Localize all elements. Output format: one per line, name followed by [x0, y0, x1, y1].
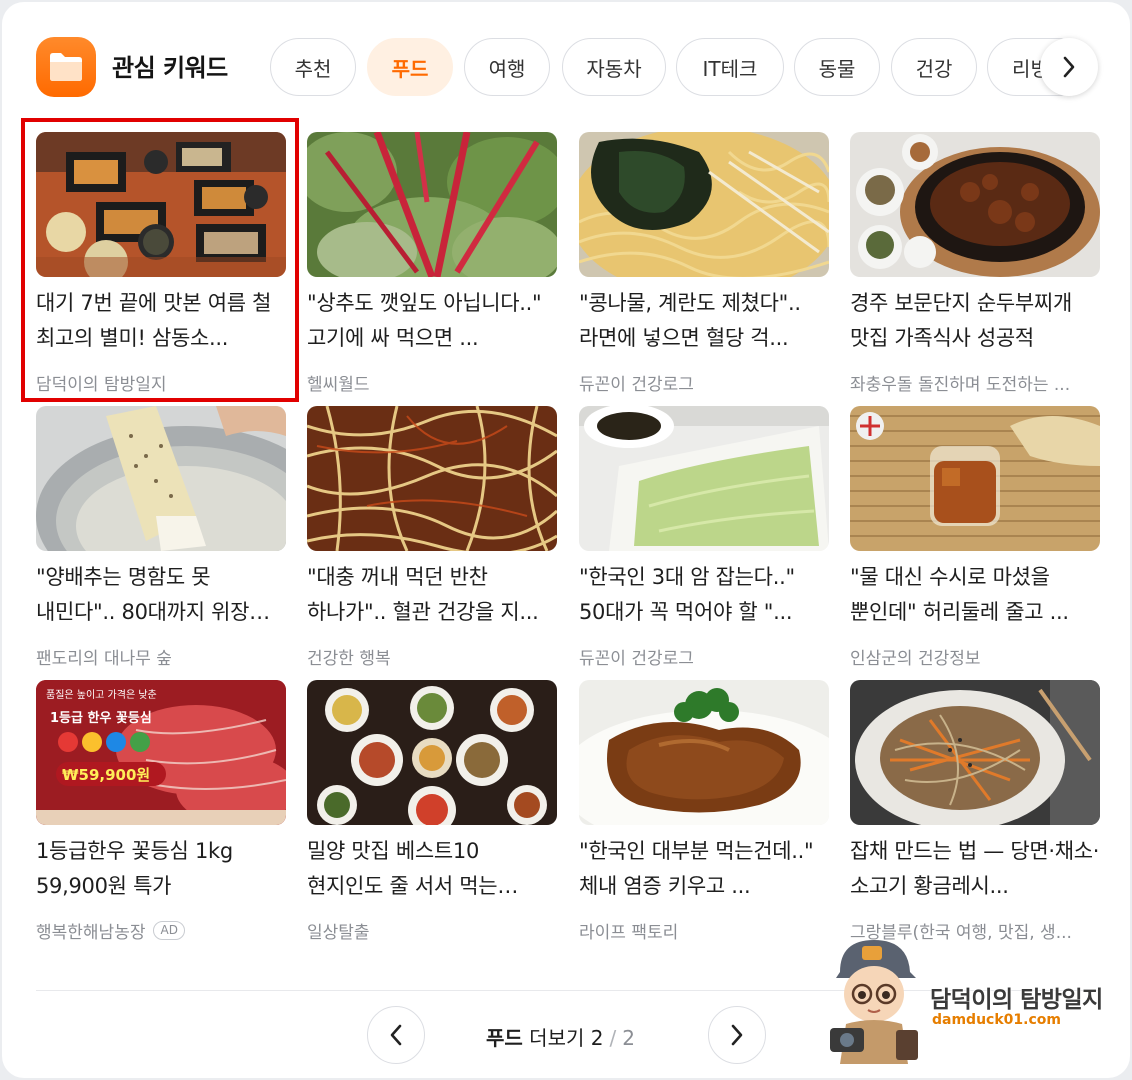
feed-item[interactable]: 밀양 맛집 베스트10 현지인도 줄 서서 먹는 밀양... 일상탈출: [307, 680, 557, 942]
thumbnail-image: [307, 132, 557, 277]
item-source: 행복한해남농장 AD: [36, 918, 286, 942]
ad-overlay-price: ₩59,900원: [62, 766, 150, 784]
feed-item[interactable]: "양배추는 명함도 못 내민다".. 80대까지 위장 문... 팬도리의 대나…: [36, 406, 286, 668]
item-title: "물 대신 수시로 마셨을 뿐인데" 허리둘레 줄고 ...: [850, 565, 1069, 624]
item-title: "대충 꺼내 먹던 반찬 하나가".. 혈관 건강을 지...: [307, 565, 539, 624]
tab-animal[interactable]: 동물: [794, 38, 880, 96]
feed-item[interactable]: "콩나물, 계란도 제쳤다".. 라면에 넣으면 혈당 걱... 듀꼰이 건강로…: [579, 132, 829, 394]
watermark-mascot-icon: [826, 932, 922, 1064]
more-category: 푸드: [486, 1026, 523, 1050]
prev-page-button[interactable]: [367, 1006, 425, 1064]
feed-item[interactable]: 잡채 만드는 법 — 당면·채소·소고기 황금레시... 그랑블루(한국 여행,…: [850, 680, 1100, 942]
tab-food[interactable]: 푸드: [367, 38, 453, 96]
current-page: 2: [590, 1026, 604, 1050]
feed-item[interactable]: "한국인 3대 암 잡는다.." 50대가 꼭 먹어야 할 "... 듀꼰이 건…: [579, 406, 829, 668]
item-source: 좌충우돌 돌진하며 도전하는 ...: [850, 374, 1071, 395]
item-source: 듀꼰이 건강로그: [579, 374, 694, 395]
item-title: 1등급한우 꽃등심 1kg 59,900원 특가: [36, 839, 233, 898]
thumbnail-image: [579, 680, 829, 825]
item-title: 밀양 맛집 베스트10 현지인도 줄 서서 먹는 밀양...: [307, 839, 498, 898]
item-source: 일상탈출: [307, 922, 370, 943]
item-source: 팬도리의 대나무 숲: [36, 648, 172, 669]
thumbnail-image: [850, 680, 1100, 825]
feed-item[interactable]: "물 대신 수시로 마셨을 뿐인데" 허리둘레 줄고 ... 인삼군의 건강정보: [850, 406, 1100, 668]
more-text: 더보기: [529, 1026, 585, 1050]
tab-health[interactable]: 건강: [891, 38, 977, 96]
ad-overlay-tagline: 품질은 높이고 가격은 낮춘: [46, 688, 157, 701]
ad-badge: AD: [153, 920, 185, 940]
tab-recommend[interactable]: 추천: [270, 38, 356, 96]
folder-icon: [36, 37, 96, 97]
tab-it-tech[interactable]: IT테크: [676, 38, 784, 96]
chevron-right-icon: [1063, 56, 1075, 78]
feed-item[interactable]: "상추도 깻잎도 아닙니다.." 고기에 싸 먹으면 ... 헬씨월드: [307, 132, 557, 394]
thumbnail-image: [307, 680, 557, 825]
total-pages: 2: [622, 1026, 635, 1050]
item-title: "상추도 깻잎도 아닙니다.." 고기에 싸 먹으면 ...: [307, 291, 542, 350]
page-separator: /: [609, 1026, 617, 1050]
item-title: 잡채 만드는 법 — 당면·채소·소고기 황금레시...: [850, 839, 1100, 898]
item-source: 건강한 행복: [307, 648, 391, 669]
thumbnail-image: [579, 406, 829, 551]
feed-item[interactable]: 경주 보문단지 순두부찌개 맛집 가족식사 성공적 좌충우돌 돌진하며 도전하는…: [850, 132, 1100, 394]
thumbnail-image: 품질은 높이고 가격은 낮춘 1등급 한우 꽃등심 ₩59,900원: [36, 680, 286, 825]
item-title: "한국인 대부분 먹는건데.." 체내 염증 키우고 ...: [579, 839, 814, 898]
chevron-left-icon: [390, 1024, 402, 1046]
thumbnail-image: [850, 406, 1100, 551]
tab-travel[interactable]: 여행: [464, 38, 550, 96]
feed-item[interactable]: "한국인 대부분 먹는건데.." 체내 염증 키우고 ... 라이프 팩토리: [579, 680, 829, 942]
section-title: 관심 키워드: [112, 54, 228, 82]
item-title: "양배추는 명함도 못 내민다".. 80대까지 위장 문...: [36, 565, 250, 624]
item-source: 인삼군의 건강정보: [850, 648, 981, 669]
thumbnail-image: [850, 132, 1100, 277]
watermark-url: damduck01.com: [932, 1012, 1061, 1028]
chevron-right-icon: [731, 1024, 743, 1046]
feed-item[interactable]: "대충 꺼내 먹던 반찬 하나가".. 혈관 건강을 지... 건강한 행복: [307, 406, 557, 668]
watermark-name: 담덕이의 탐방일지: [930, 987, 1103, 1013]
item-title: "콩나물, 계란도 제쳤다".. 라면에 넣으면 혈당 걱...: [579, 291, 801, 350]
item-title: "한국인 3대 암 잡는다.." 50대가 꼭 먹어야 할 "...: [579, 565, 795, 624]
ad-overlay-headline: 1등급 한우 꽃등심: [50, 710, 152, 726]
item-title: 경주 보문단지 순두부찌개 맛집 가족식사 성공적: [850, 291, 1072, 350]
item-source: 듀꼰이 건강로그: [579, 648, 694, 669]
feed-item[interactable]: 품질은 높이고 가격은 낮춘 1등급 한우 꽃등심 ₩59,900원 1등급한우…: [36, 680, 286, 942]
next-page-button[interactable]: [708, 1006, 766, 1064]
thumbnail-image: [307, 406, 557, 551]
thumbnail-image: [36, 406, 286, 551]
more-label[interactable]: 푸드 더보기 2/2: [486, 1022, 635, 1051]
thumbnail-image: [579, 132, 829, 277]
tab-car[interactable]: 자동차: [562, 38, 666, 96]
item-source: 헬씨월드: [307, 374, 370, 395]
category-tabs: 추천 푸드 여행 자동차 IT테크 동물 건강 리빙: [270, 38, 1098, 96]
tabs-next-button[interactable]: [1040, 38, 1098, 96]
highlight-box: [21, 118, 299, 402]
item-source: 라이프 팩토리: [579, 922, 679, 943]
